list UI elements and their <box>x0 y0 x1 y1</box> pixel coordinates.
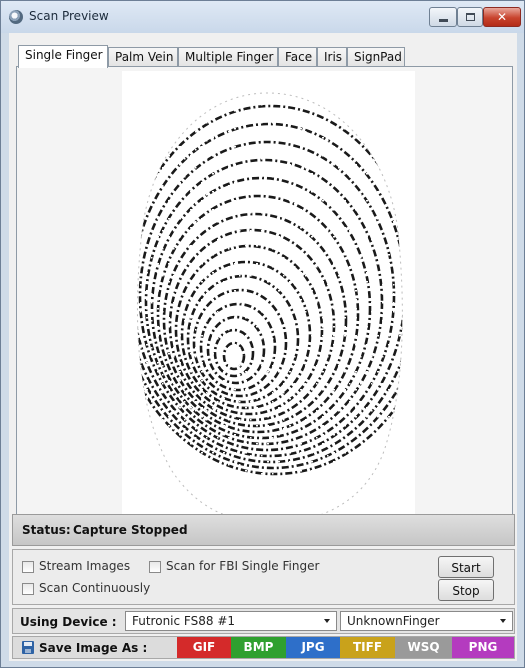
stream-images-checkbox[interactable] <box>22 561 34 573</box>
start-button[interactable]: Start <box>438 556 494 578</box>
save-image-as-label: Save Image As : <box>39 641 148 655</box>
scan-continuously-checkbox[interactable] <box>22 583 34 595</box>
save-tiff-button[interactable]: TIFF <box>340 637 395 658</box>
minimize-button[interactable] <box>429 7 457 27</box>
fingerprint-image <box>122 71 415 527</box>
tab-strip: Single Finger Palm Vein Multiple Finger … <box>9 45 517 68</box>
tab-multiple-finger[interactable]: Multiple Finger <box>178 47 278 67</box>
using-device-label: Using Device : <box>20 615 117 629</box>
maximize-icon <box>466 13 475 21</box>
close-button[interactable]: ✕ <box>483 7 521 27</box>
finger-select-value: UnknownFinger <box>347 614 440 628</box>
device-select-value: Futronic FS88 #1 <box>132 614 236 628</box>
device-select[interactable]: Futronic FS88 #1 <box>125 611 337 631</box>
maximize-button[interactable] <box>457 7 483 27</box>
scan-fbi-single-finger-checkbox[interactable] <box>149 561 161 573</box>
single-finger-panel <box>16 66 513 534</box>
stop-button[interactable]: Stop <box>438 579 494 601</box>
save-jpg-button[interactable]: JPG <box>286 637 340 658</box>
stream-images-label[interactable]: Stream Images <box>39 559 130 573</box>
tab-face[interactable]: Face <box>278 47 317 67</box>
save-row: Save Image As : GIF BMP JPG TIFF WSQ PNG <box>12 636 515 659</box>
save-bmp-button[interactable]: BMP <box>231 637 286 658</box>
tab-signpad[interactable]: SignPad <box>347 47 405 67</box>
device-row: Using Device : Futronic FS88 #1 UnknownF… <box>12 608 515 634</box>
status-bar: Status: Capture Stopped <box>12 514 515 546</box>
tab-iris[interactable]: Iris <box>317 47 347 67</box>
client-area: Single Finger Palm Vein Multiple Finger … <box>9 33 517 661</box>
app-icon <box>9 10 23 24</box>
save-gif-button[interactable]: GIF <box>177 637 231 658</box>
status-value: Capture Stopped <box>73 523 188 537</box>
save-icon <box>22 641 34 654</box>
window-title: Scan Preview <box>29 9 109 23</box>
tab-palm-vein[interactable]: Palm Vein <box>108 47 178 67</box>
close-icon: ✕ <box>496 10 508 24</box>
status-label: Status: <box>22 523 71 537</box>
minimize-icon <box>439 19 448 22</box>
scan-options-group: Stream Images Scan for FBI Single Finger… <box>12 549 515 605</box>
finger-select[interactable]: UnknownFinger <box>340 611 513 631</box>
tab-single-finger[interactable]: Single Finger <box>18 45 108 68</box>
chevron-down-icon <box>324 619 330 623</box>
title-bar[interactable]: Scan Preview ✕ <box>1 1 524 33</box>
scan-continuously-label[interactable]: Scan Continuously <box>39 581 150 595</box>
fingerprint-icon <box>136 92 403 524</box>
save-png-button[interactable]: PNG <box>452 637 514 658</box>
save-wsq-button[interactable]: WSQ <box>395 637 452 658</box>
scan-fbi-single-finger-label[interactable]: Scan for FBI Single Finger <box>166 559 319 573</box>
scan-preview-window: Scan Preview ✕ Single Finger Palm Vein M… <box>0 0 525 668</box>
chevron-down-icon <box>500 619 506 623</box>
